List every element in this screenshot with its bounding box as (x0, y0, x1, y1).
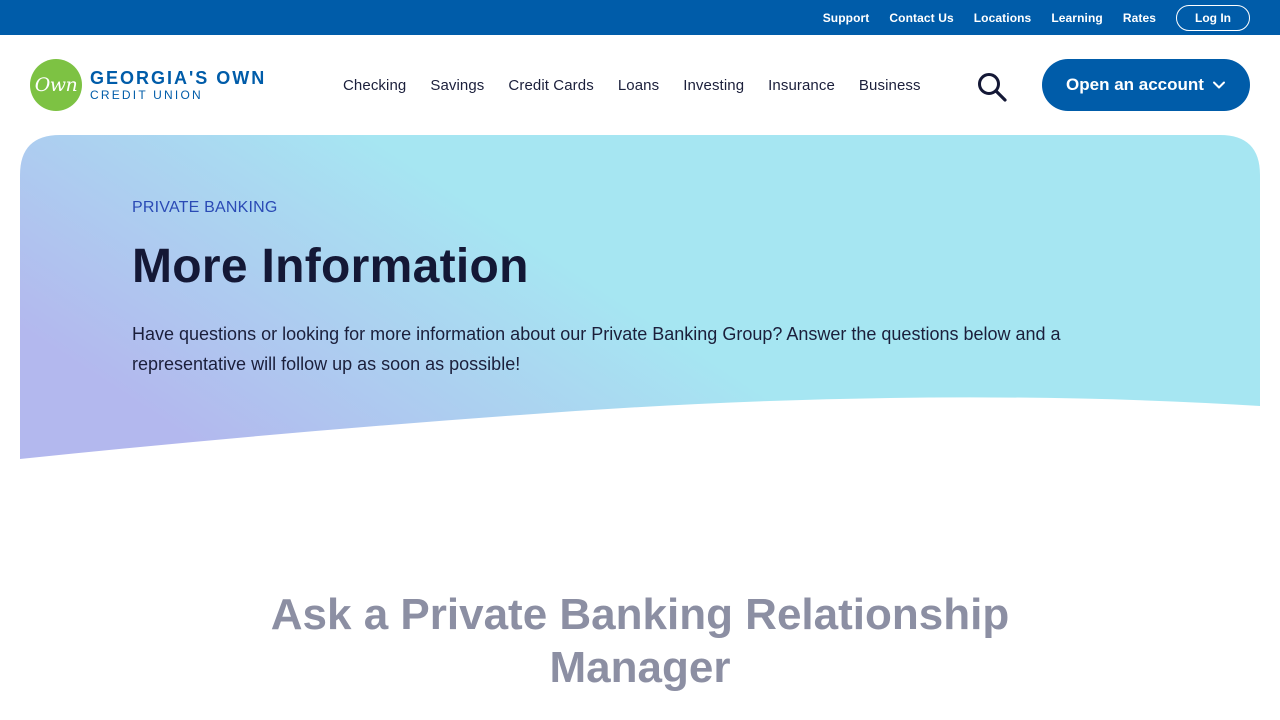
hero-eyebrow: PRIVATE BANKING (132, 199, 278, 216)
nav-item-credit-cards[interactable]: Credit Cards (508, 77, 593, 94)
hero-description: Have questions or looking for more infor… (132, 324, 1061, 374)
chevron-down-icon (1212, 81, 1225, 89)
hero-background (20, 135, 1260, 459)
nav-item-checking[interactable]: Checking (343, 77, 406, 94)
logo-text: GEORGIA'S OWN CREDIT UNION (90, 68, 266, 102)
open-account-button[interactable]: Open an account (1042, 59, 1250, 111)
hero-title: More Information (132, 240, 529, 293)
logo-badge: Own (30, 59, 82, 111)
nav-item-insurance[interactable]: Insurance (768, 77, 835, 94)
nav-item-business[interactable]: Business (859, 77, 921, 94)
nav-item-savings[interactable]: Savings (430, 77, 484, 94)
support-link[interactable]: Support (823, 11, 870, 25)
rates-link[interactable]: Rates (1123, 11, 1156, 25)
open-account-label: Open an account (1066, 75, 1204, 94)
nav-item-loans[interactable]: Loans (618, 77, 659, 94)
main-nav: Checking Savings Credit Cards Loans Inve… (331, 35, 933, 135)
contact-us-link[interactable]: Contact Us (889, 11, 953, 25)
search-icon[interactable] (976, 71, 1008, 103)
logo-line1: GEORGIA'S OWN (90, 68, 267, 88)
learning-link[interactable]: Learning (1051, 11, 1102, 25)
nav-item-investing[interactable]: Investing (683, 77, 744, 94)
brand-logo[interactable]: Own GEORGIA'S OWN CREDIT UNION (30, 59, 266, 111)
hero-banner: PRIVATE BANKING More Information Have qu… (20, 135, 1260, 465)
utility-links: Support Contact Us Locations Learning Ra… (823, 0, 1280, 35)
utility-bar: Support Contact Us Locations Learning Ra… (0, 0, 1280, 35)
logo-line2: CREDIT UNION (90, 88, 203, 102)
login-button[interactable]: Log In (1176, 4, 1250, 31)
section-title: Ask a Private Banking Relationship Manag… (270, 590, 1010, 692)
locations-link[interactable]: Locations (974, 11, 1032, 25)
main-header: Own GEORGIA'S OWN CREDIT UNION Checking … (0, 35, 1280, 135)
